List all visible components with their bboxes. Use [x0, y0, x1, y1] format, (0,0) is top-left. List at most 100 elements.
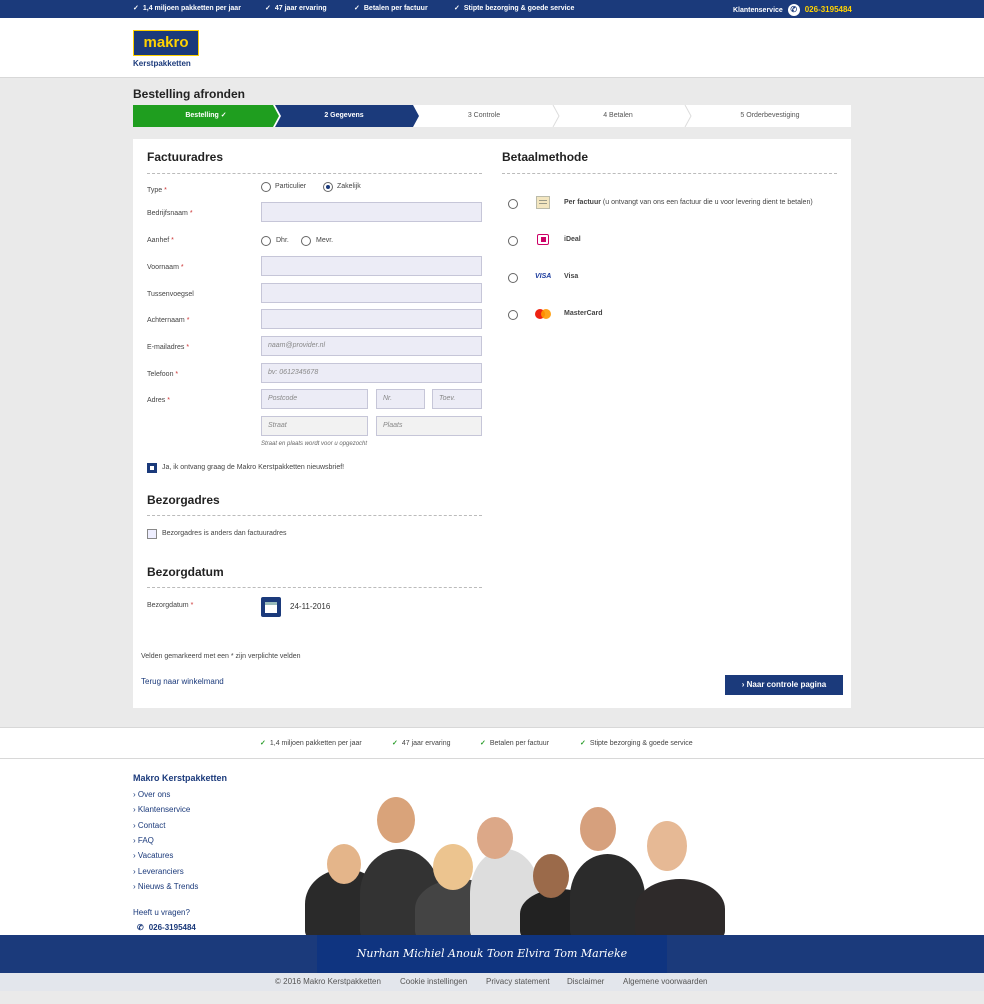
footer-link-leveranciers[interactable]: › Leveranciers: [133, 867, 184, 876]
footer-usp-item: ✓ Betalen per factuur: [480, 740, 550, 747]
newsletter-label: Ja, ik ontvang graag de Makro Kerstpakke…: [162, 464, 345, 471]
check-icon: ✓: [265, 5, 271, 12]
footer-usp-bar: ✓ 1,4 miljoen pakketten per jaar ✓ 47 jaar…: [0, 727, 984, 759]
divider: [147, 173, 482, 174]
divider: [502, 173, 837, 174]
footer-link-faq[interactable]: › FAQ: [133, 836, 154, 845]
visa-icon: VISA: [535, 273, 552, 280]
check-icon: ✓: [260, 740, 266, 747]
adres-hint: Straat en plaats wordt voor u opgezocht: [261, 441, 368, 447]
footer-link-vacatures[interactable]: › Vacatures: [133, 851, 173, 860]
page-title: Bestelling afronden: [133, 87, 246, 101]
required-note: Velden gemarkeerd met een * zijn verplic…: [141, 653, 301, 660]
type-zakelijk-radio[interactable]: [323, 182, 333, 192]
check-icon: ✓: [480, 740, 486, 747]
footer-link-contact[interactable]: › Contact: [133, 821, 165, 830]
newsletter-checkbox[interactable]: [147, 463, 157, 473]
footer-link-klantenservice[interactable]: › Klantenservice: [133, 805, 190, 814]
bezorgadres-label: Bezorgadres is anders dan factuuradres: [162, 530, 287, 537]
team-photo: [305, 789, 725, 935]
check-icon: ✓: [580, 740, 586, 747]
footer-usp-item: ✓ 1,4 miljoen pakketten per jaar: [260, 740, 362, 747]
bezorgdatum-value: 24-11-2016: [290, 602, 331, 611]
type-particulier-radio[interactable]: [261, 182, 271, 192]
footer-link-over-ons[interactable]: › Over ons: [133, 790, 170, 799]
check-icon: ✓: [354, 5, 360, 12]
aanhef-dhr-radio[interactable]: [261, 236, 271, 246]
payment-ideal-radio[interactable]: [508, 236, 518, 246]
bedrijfsnaam-input[interactable]: [261, 202, 482, 222]
plaats-input[interactable]: Plaats: [376, 416, 482, 436]
next-button[interactable]: › Naar controle pagina: [725, 675, 843, 695]
privacy-link[interactable]: Privacy statement: [486, 977, 550, 986]
makro-logo[interactable]: makro: [133, 30, 199, 56]
bedrijfsnaam-label: Bedrijfsnaam *: [147, 210, 193, 217]
email-field[interactable]: naam@provider.nl: [261, 336, 482, 356]
tussenvoegsel-label: Tussenvoegsel: [147, 291, 194, 298]
payment-factuur-label: Per factuur (u ontvangt van ons een fact…: [564, 199, 813, 206]
usp-item: ✓ Stipte bezorging & goede service: [454, 5, 575, 12]
bottom-bar: © 2016 Makro Kerstpakketten Cookie inste…: [0, 973, 984, 991]
step-betalen: 4 Betalen: [603, 112, 633, 119]
type-zakelijk-label: Zakelijk: [337, 183, 361, 190]
footer-heading: Makro Kerstpakketten: [133, 773, 228, 783]
aanhef-dhr-label: Dhr.: [276, 237, 289, 244]
divider: [147, 587, 482, 588]
footer-link-nieuws[interactable]: › Nieuws & Trends: [133, 882, 198, 891]
calendar-icon[interactable]: [261, 597, 281, 617]
aanhef-mevr-radio[interactable]: [301, 236, 311, 246]
payment-ideal-label: iDeal: [564, 236, 581, 243]
cookie-settings-link[interactable]: Cookie instellingen: [400, 977, 467, 986]
aanhef-mevr-label: Mevr.: [316, 237, 334, 244]
ideal-icon: [537, 234, 549, 245]
usp-item: ✓ Betalen per factuur: [354, 5, 428, 12]
adres-label: Adres *: [147, 397, 170, 404]
tussenvoegsel-input[interactable]: [261, 283, 482, 303]
type-label: Type *: [147, 187, 167, 194]
copyright: © 2016 Makro Kerstpakketten: [275, 977, 381, 986]
logo-subtitle: Kerstpakketten: [133, 59, 191, 68]
footer-question: Heeft u vragen?: [133, 908, 190, 917]
voornaam-label: Voornaam *: [147, 264, 184, 271]
check-icon: ✓: [454, 5, 460, 12]
phone-icon: ✆: [137, 923, 144, 932]
step-controle: 3 Controle: [467, 112, 501, 119]
usp-item: ✓ 47 jaar ervaring: [265, 5, 327, 12]
achternaam-label: Achternaam *: [147, 317, 190, 324]
step-gegevens: 2 Gegevens: [324, 112, 364, 119]
toevoeging-input[interactable]: Toev.: [432, 389, 482, 409]
section-title-bezorgadres: Bezorgadres: [147, 493, 220, 507]
invoice-icon: [536, 196, 550, 209]
bezorgadres-checkbox[interactable]: [147, 529, 157, 539]
back-to-cart-link[interactable]: Terug naar winkelmand: [141, 677, 224, 686]
section-title-betaalmethode: Betaalmethode: [502, 150, 589, 164]
payment-factuur-radio[interactable]: [508, 199, 518, 209]
phone-icon: ✆: [787, 4, 800, 16]
achternaam-input[interactable]: [261, 309, 482, 329]
disclaimer-link[interactable]: Disclaimer: [567, 977, 604, 986]
payment-visa-radio[interactable]: [508, 273, 518, 283]
checkout-steps: Bestelling ✓ 2 Gegevens 3 Controle 4 Bet…: [133, 105, 851, 127]
divider: [147, 515, 482, 516]
customer-service[interactable]: Klantenservice ✆ 026-3195484: [733, 4, 852, 16]
telefoon-input[interactable]: bv: 0612345678: [261, 363, 482, 383]
check-icon: ✓: [392, 740, 398, 747]
telefoon-label: Telefoon *: [147, 371, 179, 378]
payment-mastercard-label: MasterCard: [564, 310, 603, 317]
type-particulier-label: Particulier: [275, 183, 307, 190]
postcode-input[interactable]: Postcode: [261, 389, 368, 409]
top-usp-bar: ✓ 1,4 miljoen pakketten per jaar ✓ 47 jaar…: [0, 0, 984, 18]
footer-phone[interactable]: ✆ 026-3195484: [133, 923, 196, 932]
service-label: Klantenservice: [733, 6, 783, 14]
step-bestelling[interactable]: Bestelling ✓: [133, 105, 279, 127]
email-label: E-mailadres *: [147, 344, 190, 351]
step-orderbevestiging: 5 Orderbevestiging: [740, 112, 800, 119]
voornaam-input[interactable]: [261, 256, 482, 276]
straat-input[interactable]: Straat: [261, 416, 368, 436]
terms-link[interactable]: Algemene voorwaarden: [623, 977, 708, 986]
aanhef-label: Aanhef *: [147, 237, 174, 244]
payment-mastercard-radio[interactable]: [508, 310, 518, 320]
footer-usp-item: ✓ 47 jaar ervaring: [392, 740, 451, 747]
footer-usp-item: ✓ Stipte bezorging & goede service: [580, 740, 693, 747]
huisnummer-input[interactable]: Nr.: [376, 389, 425, 409]
